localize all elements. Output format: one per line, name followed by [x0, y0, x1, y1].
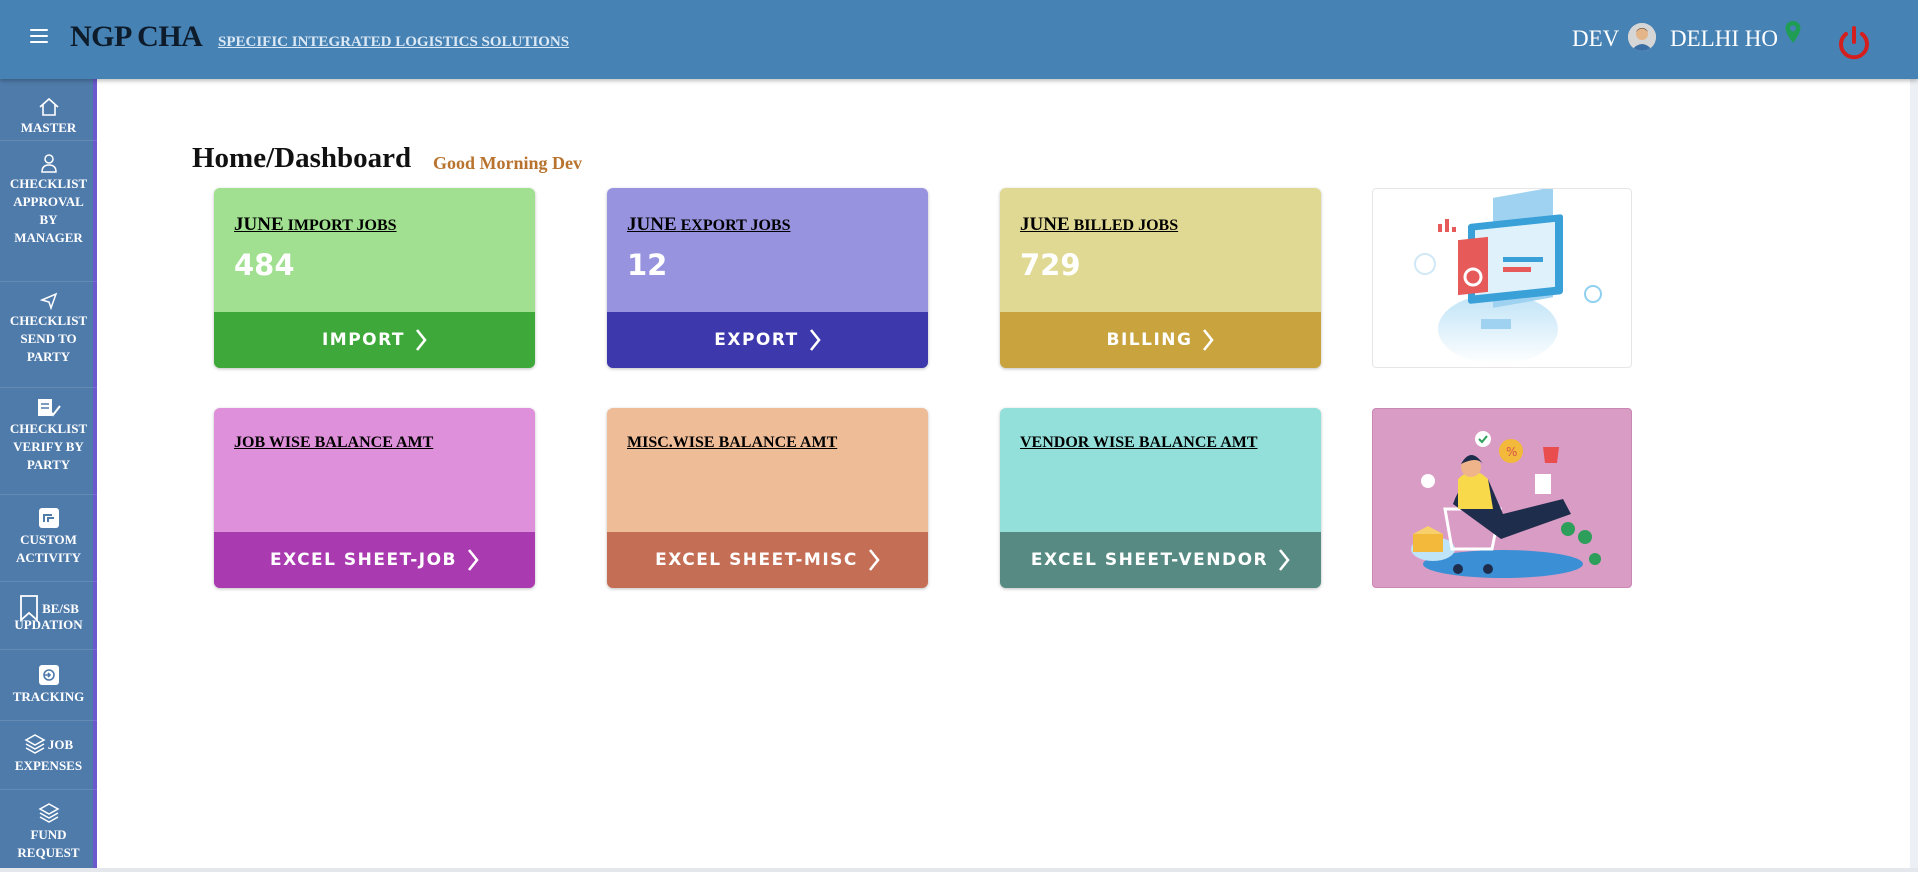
sidebar-item-label: CHECKLIST: [9, 421, 88, 436]
svg-text:%: %: [1506, 445, 1517, 459]
chevron-right-icon: [809, 329, 821, 351]
sidebar-item-label: CHECKLIST: [9, 313, 88, 328]
sidebar-item-label: UPDATION: [14, 617, 83, 632]
excel-sheet-misc-button[interactable]: EXCEL SHEET-MISC: [607, 532, 928, 588]
sidebar-item-custom-activity[interactable]: CUSTOM ACTIVITY: [0, 495, 97, 582]
brand-tagline[interactable]: SPECIFIC INTEGRATED LOGISTICS SOLUTIONS: [218, 34, 569, 51]
sidebar-item-label: CHECKLIST: [9, 176, 88, 191]
excel-sheet-vendor-button[interactable]: EXCEL SHEET-VENDOR: [1000, 532, 1321, 588]
tracking-icon: [38, 665, 59, 685]
button-label: EXCEL SHEET-JOB: [269, 550, 458, 570]
card-title[interactable]: JUNE BILLED JOBS: [1020, 214, 1178, 236]
sidebar-item-label: APPROVAL: [13, 194, 84, 209]
button-label: EXPORT: [714, 330, 799, 350]
sidebar-item-label: VERIFY BY: [13, 439, 84, 454]
sidebar-item-checklist-verify[interactable]: CHECKLIST VERIFY BY PARTY: [0, 388, 97, 495]
send-icon: [39, 292, 57, 310]
misc-wise-balance-card: MISC.WISE BALANCE AMT EXCEL SHEET-MISC: [607, 408, 928, 588]
billing-button[interactable]: BILLING: [1000, 312, 1321, 368]
card-title-text: EXPORT JOBS: [680, 217, 791, 234]
chevron-right-icon: [468, 549, 479, 571]
scrollbar[interactable]: [1910, 79, 1918, 869]
card-title-text: IMPORT JOBS: [287, 217, 397, 234]
button-label: EXCEL SHEET-VENDOR: [1030, 550, 1269, 570]
layers-icon: [24, 734, 46, 754]
import-button[interactable]: IMPORT: [214, 312, 535, 368]
sidebar-item-be-sb-updation[interactable]: BE/SB UPDATION: [0, 582, 97, 650]
card-title[interactable]: JUNE IMPORT JOBS: [234, 214, 397, 236]
sidebar-item-label: PARTY: [26, 349, 71, 364]
branch-name[interactable]: DELHI HO: [1670, 26, 1778, 52]
sidebar-item-label: REQUEST: [17, 845, 80, 860]
card-month: JUNE: [1020, 214, 1070, 235]
sidebar-item-checklist-approval[interactable]: CHECKLIST APPROVAL BY MANAGER: [0, 141, 97, 282]
menu-icon[interactable]: [30, 29, 48, 45]
export-jobs-card: JUNE EXPORT JOBS 12 EXPORT: [607, 188, 928, 368]
sidebar-item-label: TRACKING: [12, 689, 85, 704]
sidebar-item-tracking[interactable]: TRACKING: [0, 650, 97, 721]
sidebar-item-label: JOB: [47, 737, 74, 752]
layers-icon: [37, 803, 60, 823]
page-title: Home/Dashboard: [192, 142, 412, 174]
greeting-text: Good Morning Dev: [433, 153, 583, 173]
card-title[interactable]: MISC.WISE BALANCE AMT: [627, 434, 837, 452]
sidebar-item-label: BY: [39, 212, 58, 227]
chevron-right-icon: [416, 329, 427, 351]
shopping-illustration: %: [1372, 408, 1632, 588]
verify-icon: [37, 399, 61, 417]
sidebar: MASTER CHECKLIST APPROVAL BY MANAGER CHE…: [0, 79, 97, 872]
card-title[interactable]: JUNE EXPORT JOBS: [627, 214, 790, 236]
sidebar-item-label: CUSTOM: [20, 532, 77, 547]
chevron-right-icon: [1203, 329, 1215, 351]
card-count: 729: [1020, 248, 1081, 282]
dashboard-illustration: [1372, 188, 1632, 368]
card-title[interactable]: JOB WISE BALANCE AMT: [234, 434, 433, 452]
billed-jobs-card: JUNE BILLED JOBS 729 BILLING: [1000, 188, 1321, 368]
sidebar-item-label: MANAGER: [14, 230, 83, 245]
job-wise-balance-card: JOB WISE BALANCE AMT EXCEL SHEET-JOB: [214, 408, 535, 588]
card-month: JUNE: [627, 214, 677, 235]
avatar[interactable]: [1628, 23, 1656, 51]
export-button[interactable]: EXPORT: [607, 312, 928, 368]
card-title[interactable]: VENDOR WISE BALANCE AMT: [1020, 434, 1258, 452]
vendor-wise-balance-card: VENDOR WISE BALANCE AMT EXCEL SHEET-VEND…: [1000, 408, 1321, 588]
sidebar-item-checklist-send[interactable]: CHECKLIST SEND TO PARTY: [0, 282, 97, 388]
sidebar-item-label: EXPENSES: [14, 758, 83, 773]
button-label: EXCEL SHEET-MISC: [655, 550, 858, 570]
card-count: 12: [627, 248, 668, 282]
excel-sheet-job-button[interactable]: EXCEL SHEET-JOB: [214, 532, 535, 588]
sidebar-item-label: PARTY: [26, 457, 71, 472]
sidebar-item-label: FUND: [30, 827, 67, 842]
user-icon: [40, 154, 57, 173]
power-icon[interactable]: [1836, 24, 1872, 62]
button-label: IMPORT: [321, 330, 406, 350]
sidebar-item-label: ACTIVITY: [15, 550, 81, 565]
button-label: BILLING: [1106, 330, 1193, 350]
card-month: JUNE: [234, 214, 284, 235]
home-icon: [38, 97, 59, 116]
sidebar-item-job-expenses[interactable]: JOB EXPENSES: [0, 721, 97, 790]
card-count: 484: [234, 248, 295, 282]
top-bar: NGP CHA SPECIFIC INTEGRATED LOGISTICS SO…: [0, 0, 1918, 79]
sidebar-item-label: SEND TO: [20, 331, 77, 346]
sidebar-item-master[interactable]: MASTER: [0, 79, 97, 141]
chevron-right-icon: [868, 549, 880, 571]
custom-icon: [38, 508, 59, 528]
user-name: DEV: [1572, 26, 1620, 51]
bottom-divider: [0, 868, 1918, 872]
location-pin-icon: [1785, 21, 1801, 43]
sidebar-item-label: MASTER: [20, 120, 77, 135]
card-title-text: BILLED JOBS: [1073, 217, 1179, 234]
import-jobs-card: JUNE IMPORT JOBS 484 IMPORT: [214, 188, 535, 368]
sidebar-item-fund-request[interactable]: FUND REQUEST: [0, 790, 97, 872]
chevron-right-icon: [1279, 549, 1290, 571]
brand-name: NGP CHA: [70, 20, 203, 53]
